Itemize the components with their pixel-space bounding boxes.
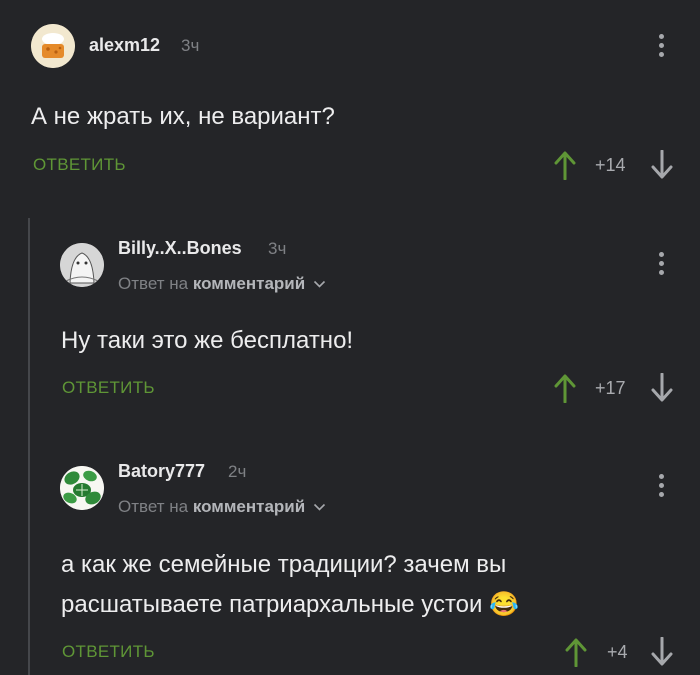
rating: +17 — [595, 378, 626, 398]
chevron-down-icon — [313, 280, 326, 288]
rating: +4 — [607, 642, 628, 662]
comment-text: А не жрать их, не вариант? — [31, 103, 335, 130]
tears-of-joy-emoji-icon: 😂 — [489, 591, 519, 618]
reply-to-target: комментарий — [192, 274, 306, 293]
avatar[interactable] — [60, 243, 104, 287]
reply-to-target: комментарий — [192, 497, 306, 516]
timestamp: 2ч — [228, 462, 247, 481]
comment-text-line-2: расшатываете патриархальные устои — [61, 591, 483, 618]
reply-button[interactable]: ОТВЕТИТЬ — [62, 378, 155, 398]
upvote-arrow-icon[interactable] — [554, 373, 576, 403]
cheese-avatar-icon — [31, 24, 75, 68]
more-options-icon[interactable] — [659, 34, 665, 57]
username[interactable]: Billy..X..Bones — [118, 238, 242, 259]
ghost-figure-avatar-icon — [60, 243, 104, 287]
monstera-leaves-avatar-icon — [60, 466, 104, 510]
downvote-arrow-icon[interactable] — [651, 637, 673, 667]
avatar[interactable] — [31, 24, 75, 68]
upvote-arrow-icon[interactable] — [565, 637, 587, 667]
more-options-icon[interactable] — [659, 252, 665, 275]
upvote-arrow-icon[interactable] — [554, 150, 576, 180]
reply-to-prefix: Ответ на — [118, 274, 189, 293]
comment-text: Ну таки это же бесплатно! — [61, 327, 354, 354]
chevron-down-icon — [313, 503, 326, 511]
thread-line — [28, 218, 30, 675]
reply-button[interactable]: ОТВЕТИТЬ — [62, 642, 155, 662]
reply-button[interactable]: ОТВЕТИТЬ — [33, 155, 126, 175]
rating: +14 — [595, 155, 626, 175]
downvote-arrow-icon[interactable] — [651, 150, 673, 180]
reply-to-prefix: Ответ на — [118, 497, 189, 516]
reply-to-link[interactable]: Ответ на комментарий — [118, 497, 326, 517]
timestamp: 3ч — [268, 239, 287, 258]
username[interactable]: Batory777 — [118, 461, 205, 482]
username[interactable]: alexm12 — [89, 35, 160, 56]
comment-text-line: расшатываете патриархальные устои 😂 — [61, 585, 519, 625]
comment-text: а как же семейные традиции? зачем вы рас… — [61, 545, 519, 625]
timestamp: 3ч — [181, 36, 200, 55]
reply-to-link[interactable]: Ответ на комментарий — [118, 274, 326, 294]
downvote-arrow-icon[interactable] — [651, 373, 673, 403]
comment-text-line: а как же семейные традиции? зачем вы — [61, 551, 507, 578]
more-options-icon[interactable] — [659, 474, 665, 497]
avatar[interactable] — [60, 466, 104, 510]
